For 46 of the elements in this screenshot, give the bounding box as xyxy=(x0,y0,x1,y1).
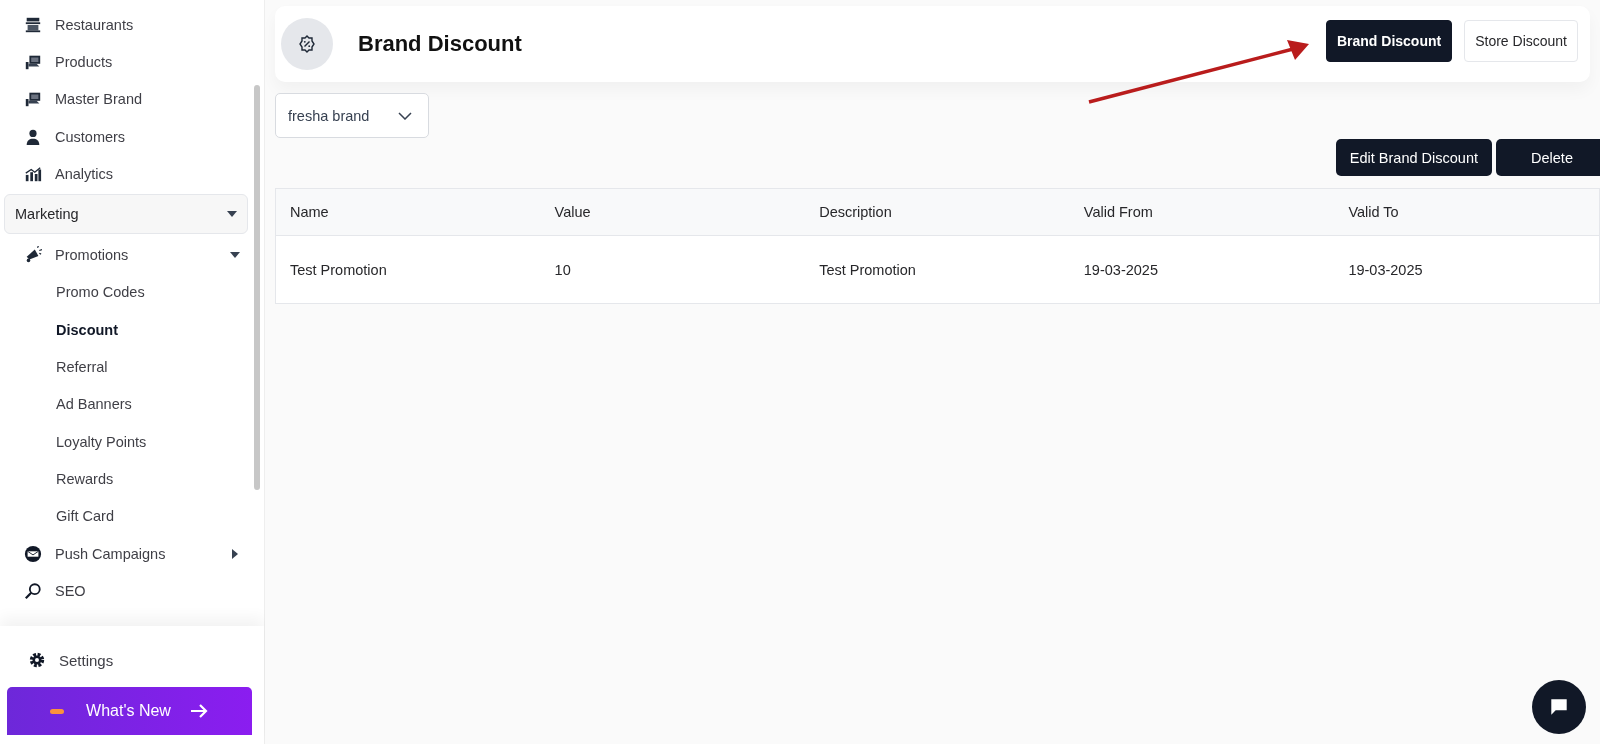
nav-item[interactable]: Customers xyxy=(4,117,264,156)
envelope-icon xyxy=(24,544,42,563)
nav-item[interactable]: Restaurants xyxy=(4,6,264,44)
table-cell-text: 19-03-2025 xyxy=(1347,261,1424,278)
column-header: Valid To xyxy=(1347,204,1400,220)
discount-badge-icon xyxy=(281,18,333,70)
hand-box-icon xyxy=(24,90,42,109)
person-icon xyxy=(24,127,42,146)
nav-item[interactable]: Analytics xyxy=(4,155,264,193)
brand-select[interactable]: fresha brand xyxy=(275,93,429,138)
nav-subitem[interactable]: Referral xyxy=(4,348,264,386)
page-title: Brand Discount xyxy=(358,31,523,57)
nav-subitem[interactable]: Promo Codes xyxy=(4,273,264,312)
section-header[interactable]: Marketing xyxy=(4,194,248,235)
table-cell-text: Test Promotion xyxy=(289,261,388,278)
whats-new-button[interactable]: What's New xyxy=(7,687,252,735)
nav-item[interactable]: Master Brand xyxy=(4,80,264,118)
nav-subitem[interactable]: Ad Banners xyxy=(4,385,264,423)
table-cell-text: 19-03-2025 xyxy=(1082,261,1159,278)
column-header: Value xyxy=(553,204,592,220)
column-header: Valid From xyxy=(1082,204,1154,220)
nav-subitem[interactable]: Discount xyxy=(4,311,264,349)
nav-item[interactable]: Promotions xyxy=(4,236,264,274)
nav-item[interactable]: SEO xyxy=(4,572,264,610)
chevron-down-icon xyxy=(398,111,412,120)
action-button[interactable]: Edit Brand Discount xyxy=(1335,139,1492,176)
settings-item[interactable]: Settings xyxy=(7,642,252,678)
action-button[interactable]: Delete xyxy=(1496,139,1600,176)
nav-subitem[interactable]: Loyalty Points xyxy=(4,422,264,461)
tab[interactable]: Brand Discount xyxy=(1325,20,1453,62)
nav-subitem[interactable]: Gift Card xyxy=(4,497,264,535)
pill-icon xyxy=(50,708,65,714)
settings-icon xyxy=(28,651,46,669)
bar-chart-icon xyxy=(24,164,42,183)
table-cell-text: Test Promotion xyxy=(818,261,917,278)
chat-button[interactable] xyxy=(1532,680,1586,734)
nav-item[interactable]: Push Campaigns xyxy=(4,534,264,573)
nav-subitem[interactable]: Rewards xyxy=(4,460,264,498)
megaphone-icon xyxy=(24,246,42,265)
nav-item[interactable]: Products xyxy=(4,43,264,81)
table-cell-text: 10 xyxy=(553,261,572,278)
column-header: Description xyxy=(818,204,893,220)
search-icon xyxy=(24,581,42,600)
column-header: Name xyxy=(289,204,330,220)
tab[interactable]: Store Discount xyxy=(1464,20,1578,62)
scrollbar-thumb[interactable] xyxy=(254,85,260,490)
